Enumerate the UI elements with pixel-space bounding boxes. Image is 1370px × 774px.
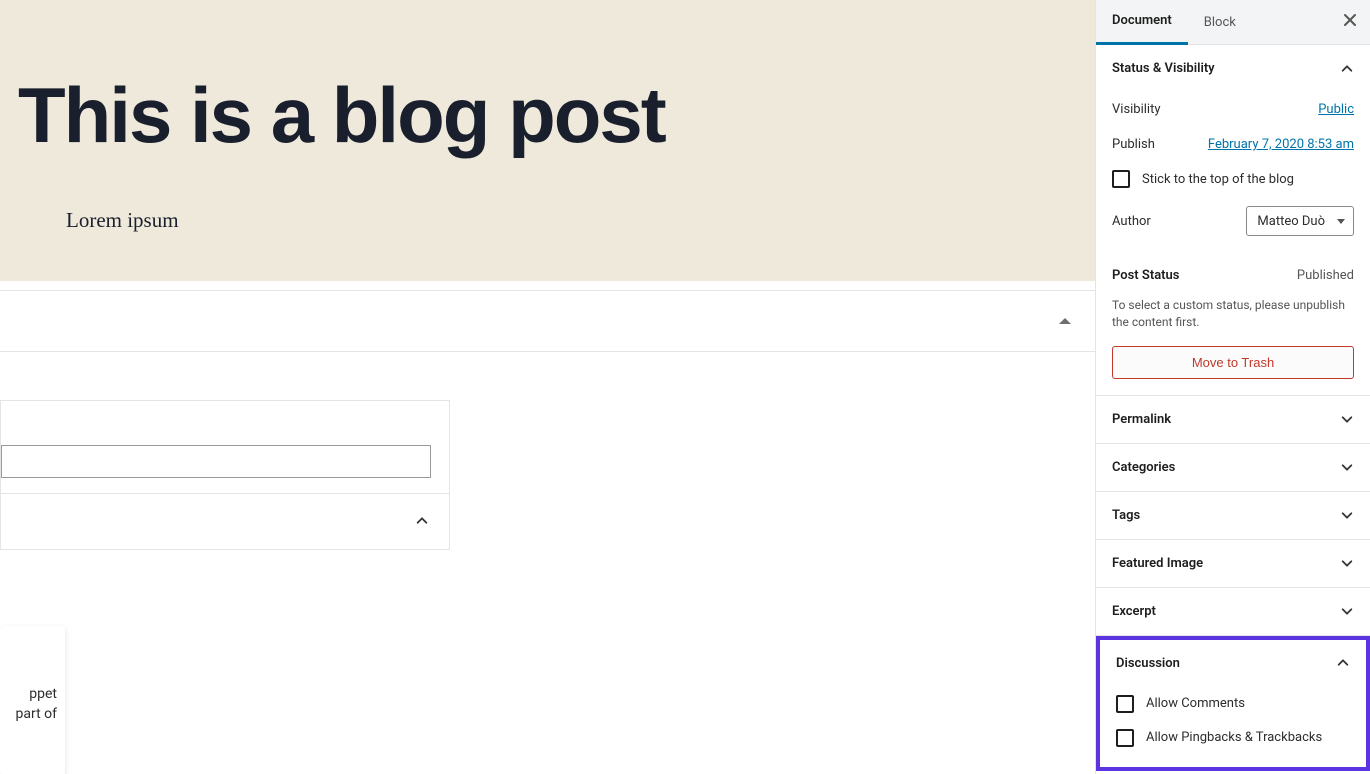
panel-excerpt: Excerpt (1096, 588, 1370, 636)
tab-document[interactable]: Document (1096, 0, 1188, 45)
chevron-down-icon (1340, 556, 1354, 570)
chevron-down-icon (1340, 412, 1354, 426)
publish-date-link[interactable]: February 7, 2020 8:53 am (1208, 137, 1354, 152)
panel-head-status[interactable]: Status & Visibility (1096, 45, 1370, 92)
allow-pingbacks-checkbox[interactable] (1116, 729, 1134, 747)
panel-title-featured-image: Featured Image (1112, 556, 1203, 571)
allow-pingbacks-label: Allow Pingbacks & Trackbacks (1146, 730, 1322, 745)
panel-title-excerpt: Excerpt (1112, 604, 1156, 619)
allow-comments-checkbox[interactable] (1116, 695, 1134, 713)
panel-title-status: Status & Visibility (1112, 61, 1215, 76)
metabox-partial (0, 400, 450, 494)
panel-title-tags: Tags (1112, 508, 1140, 523)
panel-title-discussion: Discussion (1116, 656, 1180, 671)
chevron-down-icon (1340, 604, 1354, 618)
collapse-bar[interactable] (0, 290, 1095, 352)
author-select[interactable]: Matteo Duò (1246, 206, 1354, 236)
visibility-label: Visibility (1112, 102, 1161, 117)
panel-tags: Tags (1096, 492, 1370, 540)
settings-sidebar: Document Block Status & Visibility Visib… (1095, 0, 1370, 774)
close-icon (1342, 12, 1358, 28)
post-body-paragraph[interactable]: Lorem ipsum (0, 154, 1095, 233)
floating-tooltip: ppet part of (0, 626, 65, 774)
title-band: This is a blog post Lorem ipsum (0, 0, 1095, 281)
tab-block[interactable]: Block (1188, 0, 1252, 45)
post-status-label: Post Status (1112, 268, 1180, 283)
close-sidebar-button[interactable] (1342, 12, 1358, 32)
triangle-up-icon (1059, 318, 1071, 324)
panel-title-categories: Categories (1112, 460, 1175, 475)
panel-head-excerpt[interactable]: Excerpt (1096, 588, 1370, 635)
panel-head-tags[interactable]: Tags (1096, 492, 1370, 539)
publish-label: Publish (1112, 137, 1155, 152)
status-hint: To select a custom status, please unpubl… (1112, 287, 1354, 346)
tooltip-line-2: part of (0, 706, 57, 722)
text-input[interactable] (1, 445, 431, 478)
sticky-checkbox[interactable] (1112, 170, 1130, 188)
panel-featured-image: Featured Image (1096, 540, 1370, 588)
metabox-partial-2 (0, 494, 450, 550)
editor-canvas: This is a blog post Lorem ipsum ppet par… (0, 0, 1095, 774)
chevron-up-icon (1340, 62, 1354, 76)
post-title[interactable]: This is a blog post (0, 0, 1095, 154)
move-to-trash-button[interactable]: Move to Trash (1112, 346, 1354, 379)
panel-discussion: Discussion Allow Comments Allow Pingback… (1096, 636, 1370, 771)
panel-permalink: Permalink (1096, 396, 1370, 444)
sidebar-tabs: Document Block (1096, 0, 1370, 45)
panel-status-visibility: Status & Visibility Visibility Public Pu… (1096, 45, 1370, 396)
tooltip-line-1: ppet (0, 686, 57, 702)
chevron-up-icon (1336, 656, 1350, 670)
author-value: Matteo Duò (1257, 214, 1325, 229)
chevron-down-icon (1340, 460, 1354, 474)
allow-comments-label: Allow Comments (1146, 696, 1245, 711)
visibility-value-link[interactable]: Public (1318, 102, 1354, 117)
panel-head-permalink[interactable]: Permalink (1096, 396, 1370, 443)
panel-categories: Categories (1096, 444, 1370, 492)
panel-head-discussion[interactable]: Discussion (1100, 640, 1366, 687)
panel-title-permalink: Permalink (1112, 412, 1171, 427)
author-label: Author (1112, 214, 1151, 229)
sticky-label: Stick to the top of the blog (1142, 172, 1294, 187)
panel-head-featured-image[interactable]: Featured Image (1096, 540, 1370, 587)
panel-head-categories[interactable]: Categories (1096, 444, 1370, 491)
chevron-down-icon (1340, 508, 1354, 522)
post-status-value: Published (1297, 268, 1354, 283)
chevron-up-icon (415, 514, 429, 528)
editor-below: ppet part of (0, 290, 1095, 774)
